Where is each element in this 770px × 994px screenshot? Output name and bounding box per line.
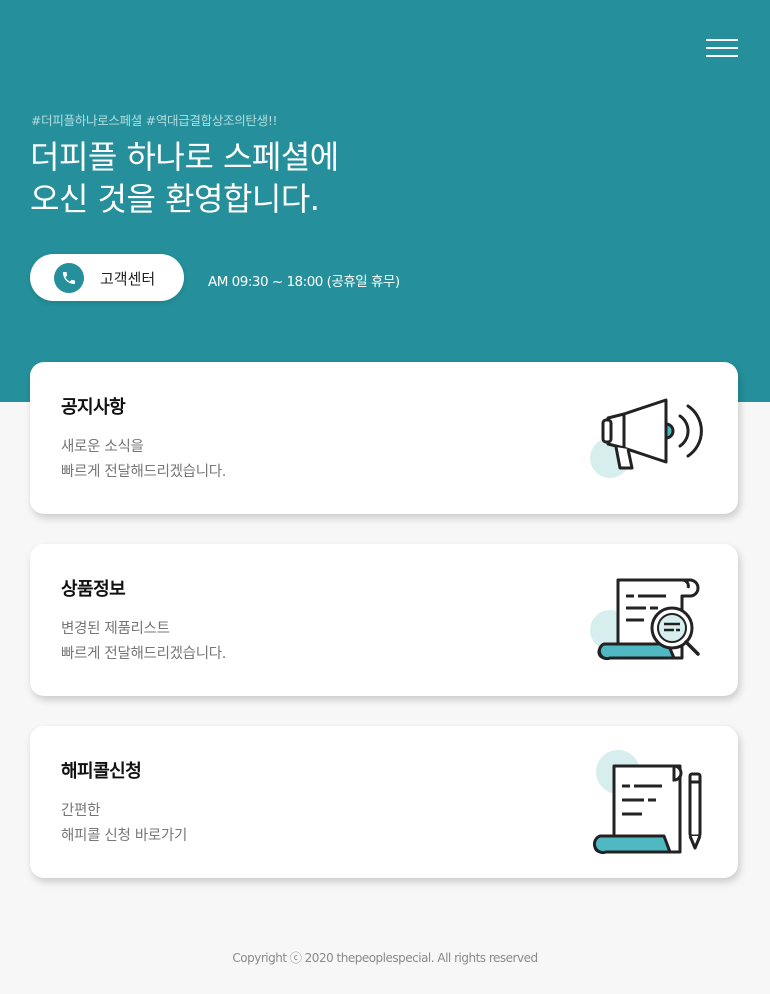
product-info-card-description: 변경된 제품리스트 빠르게 전달해드리겠습니다. — [61, 617, 226, 667]
document-search-icon — [590, 578, 700, 661]
notice-card[interactable]: 공지사항 새로운 소식을 빠르게 전달해드리겠습니다. megaphone-ic… — [30, 362, 738, 514]
happy-call-card[interactable]: 해피콜신청 간편한 해피콜 신청 바로가기 scroll-pencil-icon — [30, 726, 738, 878]
page-title-line-1: 더피플 하나로 스페셜에 — [30, 138, 339, 176]
notice-card-desc-line-1: 새로운 소식을 — [61, 439, 144, 455]
happy-call-card-description: 간편한 해피콜 신청 바로가기 — [61, 799, 187, 849]
happy-call-card-title: 해피콜신청 — [61, 761, 142, 782]
notice-card-description: 새로운 소식을 빠르게 전달해드리겠습니다. — [61, 435, 226, 485]
scroll-pencil-icon — [592, 750, 702, 855]
product-info-card[interactable]: 상품정보 변경된 제품리스트 빠르게 전달해드리겠습니다. document-s… — [30, 544, 738, 696]
product-info-card-title: 상품정보 — [61, 579, 126, 600]
customer-center-label: 고객센터 — [100, 270, 156, 288]
product-info-card-desc-line-2: 빠르게 전달해드리겠습니다. — [61, 646, 227, 662]
footer-copyright: Copyright ⓒ 2020 thepeoplespecial. All r… — [232, 951, 538, 965]
megaphone-icon — [590, 398, 703, 478]
page-title-line-2: 오신 것을 환영합니다. — [30, 180, 320, 218]
hero-hashtags: #더피플하나로스페셜 #역대급결합상조의탄생!! — [31, 113, 278, 128]
hamburger-menu-icon[interactable] — [706, 38, 740, 60]
notice-card-desc-line-2: 빠르게 전달해드리겠습니다. — [61, 464, 227, 480]
notice-card-title: 공지사항 — [61, 397, 126, 418]
hero-banner: #더피플하나로스페셜 #역대급결합상조의탄생!! 더피플 하나로 스페셜에 오신… — [0, 0, 770, 402]
product-info-card-desc-line-1: 변경된 제품리스트 — [61, 621, 170, 637]
business-hours: AM 09:30 ~ 18:00 (공휴일 휴무) — [208, 274, 400, 290]
happy-call-card-desc-line-2: 해피콜 신청 바로가기 — [61, 828, 187, 844]
happy-call-card-desc-line-1: 간편한 — [61, 803, 101, 819]
customer-center-button[interactable]: 고객센터 — [30, 254, 184, 301]
phone-icon — [54, 263, 84, 293]
page-title: 더피플 하나로 스페셜에 오신 것을 환영합니다. — [30, 136, 339, 220]
